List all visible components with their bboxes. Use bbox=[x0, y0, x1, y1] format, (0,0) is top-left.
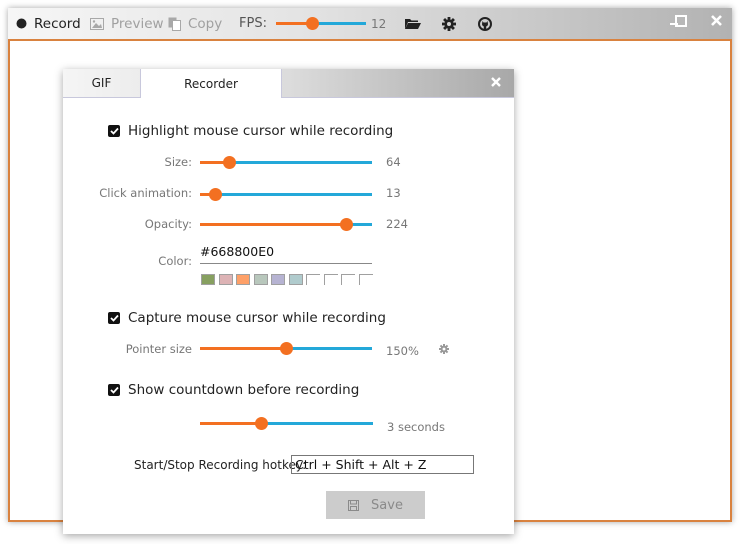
maximize-icon bbox=[675, 14, 687, 30]
color-swatch[interactable] bbox=[271, 274, 285, 285]
countdown-checkbox[interactable]: Show countdown before recording bbox=[108, 382, 359, 398]
slider-thumb[interactable] bbox=[306, 17, 319, 30]
copy-label: Copy bbox=[188, 15, 223, 32]
record-label: Record bbox=[34, 15, 81, 32]
capture-cursor-label: Capture mouse cursor while recording bbox=[128, 310, 386, 326]
click-animation-value: 13 bbox=[386, 186, 401, 200]
github-icon bbox=[478, 16, 492, 31]
countdown-value: 3 seconds bbox=[387, 420, 445, 434]
highlight-cursor-checkbox[interactable]: Highlight mouse cursor while recording bbox=[108, 123, 393, 139]
slider-thumb[interactable] bbox=[280, 342, 293, 355]
slider-track-filled bbox=[200, 347, 286, 350]
checkbox-checked-icon bbox=[108, 384, 120, 396]
slider-thumb[interactable] bbox=[340, 218, 353, 231]
color-swatch[interactable] bbox=[323, 274, 338, 285]
dialog-close-button[interactable] bbox=[488, 75, 504, 91]
image-icon bbox=[90, 17, 104, 30]
color-swatch[interactable] bbox=[201, 274, 215, 285]
size-slider[interactable] bbox=[200, 156, 372, 169]
fps-slider[interactable] bbox=[276, 17, 366, 30]
color-swatch[interactable] bbox=[253, 274, 268, 285]
hotkey-label: Start/Stop Recording hotkey: bbox=[134, 458, 307, 472]
copy-icon bbox=[168, 17, 181, 31]
opacity-value: 224 bbox=[386, 217, 408, 231]
pointer-size-value: 150% bbox=[386, 344, 419, 358]
gear-icon bbox=[439, 343, 449, 357]
pointer-settings-button[interactable] bbox=[439, 343, 449, 357]
capture-cursor-checkbox[interactable]: Capture mouse cursor while recording bbox=[108, 310, 386, 326]
slider-track-filled bbox=[200, 223, 346, 226]
slider-track-empty bbox=[229, 161, 372, 164]
save-icon bbox=[348, 499, 360, 511]
close-window-button[interactable] bbox=[701, 8, 731, 36]
color-swatch[interactable] bbox=[288, 274, 303, 285]
color-label: Color: bbox=[158, 254, 192, 268]
highlight-cursor-label: Highlight mouse cursor while recording bbox=[128, 123, 394, 139]
slider-track-empty bbox=[261, 422, 373, 425]
save-button[interactable]: Save bbox=[326, 491, 425, 519]
dialog-header: GIF Recorder bbox=[63, 69, 514, 98]
slider-track-empty bbox=[215, 193, 372, 196]
github-button[interactable] bbox=[478, 8, 499, 39]
preview-button[interactable]: Preview bbox=[90, 8, 164, 39]
slider-track-filled bbox=[200, 422, 261, 425]
hotkey-input[interactable]: Ctrl + Shift + Alt + Z bbox=[291, 455, 474, 474]
slider-thumb[interactable] bbox=[223, 156, 236, 169]
fps-label: FPS: bbox=[239, 16, 267, 31]
open-folder-button[interactable] bbox=[405, 8, 428, 39]
size-label: Size: bbox=[164, 155, 192, 169]
pointer-size-label: Pointer size bbox=[125, 342, 192, 356]
copy-button[interactable]: Copy bbox=[168, 8, 222, 39]
slider-thumb[interactable] bbox=[209, 188, 222, 201]
gear-icon bbox=[442, 16, 456, 31]
slider-track-empty bbox=[286, 347, 372, 350]
options-dialog: GIF Recorder Highlight mouse cursor whil… bbox=[63, 69, 514, 534]
color-swatches bbox=[201, 274, 376, 285]
settings-button[interactable] bbox=[442, 8, 463, 39]
record-button[interactable]: Record bbox=[16, 8, 81, 39]
opacity-slider[interactable] bbox=[200, 218, 372, 231]
maximize-button[interactable] bbox=[666, 8, 696, 36]
save-label: Save bbox=[371, 497, 403, 513]
countdown-label: Show countdown before recording bbox=[128, 382, 360, 398]
record-dot-icon bbox=[16, 18, 27, 29]
folder-open-icon bbox=[405, 18, 421, 30]
color-input[interactable]: #668800E0 bbox=[200, 244, 372, 264]
slider-thumb[interactable] bbox=[255, 417, 268, 430]
close-icon bbox=[710, 15, 722, 29]
color-swatch[interactable] bbox=[236, 274, 250, 285]
tab-gif[interactable]: GIF bbox=[63, 69, 140, 97]
opacity-label: Opacity: bbox=[144, 217, 192, 231]
preview-label: Preview bbox=[111, 15, 164, 32]
tab-recorder[interactable]: Recorder bbox=[140, 69, 282, 98]
close-icon bbox=[491, 76, 501, 90]
checkbox-checked-icon bbox=[108, 125, 120, 137]
title-bar: Record Preview Copy FPS: 12 bbox=[8, 8, 732, 39]
size-value: 64 bbox=[386, 155, 401, 169]
click-animation-label: Click animation: bbox=[99, 186, 192, 200]
fps-value: 12 bbox=[371, 16, 387, 31]
color-swatch[interactable] bbox=[306, 274, 320, 285]
color-swatch[interactable] bbox=[358, 274, 373, 285]
color-swatch[interactable] bbox=[341, 274, 355, 285]
slider-track-empty bbox=[312, 22, 366, 25]
click-animation-slider[interactable] bbox=[200, 188, 372, 201]
checkbox-checked-icon bbox=[108, 312, 120, 324]
countdown-slider[interactable] bbox=[200, 417, 373, 430]
color-swatch[interactable] bbox=[218, 274, 233, 285]
pointer-size-slider[interactable] bbox=[200, 342, 372, 355]
